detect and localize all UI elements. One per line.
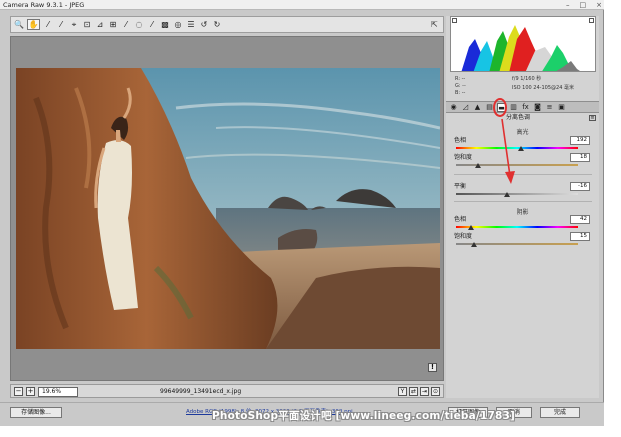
adjustment-panel: R: -- G: -- B: -- f/9 1/160 秒 ISO 100 24…	[446, 16, 599, 398]
highlight-hue-value[interactable]: 192	[570, 136, 590, 145]
shadow-hue-track[interactable]	[456, 226, 578, 228]
preferences-icon[interactable]: ☰	[186, 19, 196, 30]
balance-value[interactable]: -16	[570, 182, 590, 191]
highlight-hue-thumb[interactable]	[517, 146, 524, 151]
beach-photo-illustration	[16, 68, 440, 349]
camera-raw-window: Camera Raw 9.3.1 - JPEG – □ × 🔍 ✋ ⁄ ⁄ ⌖ ⊡ ⊿ ⊞ ⁄ ◌…	[0, 0, 604, 426]
zoom-out-button[interactable]: −	[14, 387, 23, 396]
status-bar: − + 19.6% 99649999_13491ecd_x.jpg Y ⇄ ⇥ …	[10, 384, 444, 398]
radial-filter-icon[interactable]: ◎	[173, 19, 183, 30]
shadow-saturation-thumb[interactable]	[471, 242, 478, 247]
before-after-icon[interactable]: Y	[398, 387, 407, 396]
camera-calibration-tab-icon[interactable]: ◙	[533, 103, 542, 112]
shadow-saturation-label: 饱和度	[454, 233, 473, 240]
done-button[interactable]: 完成	[540, 407, 580, 418]
lens-tab-icon[interactable]: ▥	[509, 103, 518, 112]
crop-icon[interactable]: ⊡	[82, 19, 92, 30]
rgb-readout: R: -- G: -- B: --	[455, 76, 466, 96]
rotate-left-icon[interactable]: ↺	[199, 19, 209, 30]
highlight-hue-slider[interactable]: 色相 192	[454, 136, 594, 151]
file-name: 99649999_13491ecd_x.jpg	[160, 388, 242, 395]
shadow-hue-thumb[interactable]	[467, 225, 474, 230]
presets-tab-icon[interactable]: ≡	[545, 103, 554, 112]
highlight-hue-label: 色相	[454, 137, 467, 144]
shadow-saturation-value[interactable]: 15	[570, 232, 590, 241]
divider	[454, 201, 592, 202]
basic-tab-icon[interactable]: ◉	[449, 103, 458, 112]
minimize-icon[interactable]: –	[566, 1, 570, 9]
balance-label: 平衡	[454, 183, 467, 190]
straighten-icon[interactable]: ⊿	[95, 19, 105, 30]
histogram-graph	[461, 25, 580, 71]
toggle-settings-icon[interactable]: ⊙	[431, 387, 440, 396]
panel-title: 分离色调	[506, 114, 531, 121]
shadow-hue-value[interactable]: 42	[570, 215, 590, 224]
hand-icon[interactable]: ✋	[27, 19, 40, 30]
detail-tab-icon[interactable]: ▲	[473, 103, 482, 112]
balance-track[interactable]	[456, 193, 578, 195]
spot-removal-icon[interactable]: ⁄	[121, 19, 131, 30]
highlight-saturation-slider[interactable]: 饱和度 18	[454, 153, 594, 168]
lens-readout: ISO 100 24-105@24 毫米	[512, 85, 574, 91]
info-icon[interactable]: !	[428, 363, 437, 372]
panel-header: 分离色调 ≡	[446, 114, 599, 122]
copy-settings-icon[interactable]: ⇥	[420, 387, 429, 396]
brush-icon[interactable]: ⁄	[147, 19, 157, 30]
snapshots-tab-icon[interactable]: ▣	[557, 103, 566, 112]
close-icon[interactable]: ×	[596, 1, 602, 9]
histogram	[450, 16, 596, 72]
toggle-fullscreen-icon[interactable]: ⇱	[431, 20, 440, 29]
highlight-circle-annotation	[493, 98, 507, 117]
maximize-icon[interactable]: □	[580, 1, 587, 9]
shadow-hue-label: 色相	[454, 216, 467, 223]
title-bar: Camera Raw 9.3.1 - JPEG – □ ×	[0, 0, 604, 10]
zoom-icon[interactable]: 🔍	[14, 19, 24, 30]
highlight-saturation-thumb[interactable]	[474, 163, 481, 168]
fx-tab-icon[interactable]: fx	[521, 103, 530, 112]
save-image-button[interactable]: 存储图像...	[10, 407, 62, 418]
shadow-saturation-slider[interactable]: 饱和度 15	[454, 232, 594, 247]
view-buttons: Y ⇄ ⇥ ⊙	[398, 387, 440, 396]
highlight-saturation-label: 饱和度	[454, 154, 473, 161]
watermark-text: PhotoShop平面设计吧 [www.lineeg.com/tieba/178…	[212, 410, 515, 422]
shadow-hue-slider[interactable]: 色相 42	[454, 215, 594, 230]
balance-slider[interactable]: 平衡 -16	[454, 182, 594, 197]
graduated-filter-icon[interactable]: ▩	[160, 19, 170, 30]
panel-menu-icon[interactable]: ≡	[589, 115, 596, 121]
red-eye-icon[interactable]: ◌	[134, 19, 144, 30]
white-balance-icon[interactable]: ⁄	[43, 19, 53, 30]
panel-tabs: ◉ ◿ ▲ ▤ ▬ ▥ fx ◙ ≡ ▣	[446, 101, 599, 113]
target-adjust-icon[interactable]: ⌖	[69, 19, 79, 30]
zoom-in-button[interactable]: +	[26, 387, 35, 396]
preview-photo[interactable]	[16, 68, 440, 349]
shadow-clipping-icon[interactable]	[452, 18, 457, 23]
zoom-level-select[interactable]: 19.6%	[38, 387, 78, 397]
swap-icon[interactable]: ⇄	[409, 387, 418, 396]
highlights-title: 高光	[516, 129, 529, 136]
balance-thumb[interactable]	[504, 192, 511, 197]
tone-curve-tab-icon[interactable]: ◿	[461, 103, 470, 112]
exposure-readout: f/9 1/160 秒	[512, 76, 542, 82]
highlight-clipping-icon[interactable]	[589, 18, 594, 23]
highlight-saturation-value[interactable]: 18	[570, 153, 590, 162]
preview-area[interactable]: !	[10, 36, 444, 381]
rotate-right-icon[interactable]: ↻	[212, 19, 222, 30]
divider	[454, 174, 592, 175]
tool-bar: 🔍 ✋ ⁄ ⁄ ⌖ ⊡ ⊿ ⊞ ⁄ ◌ ⁄ ▩ ◎ ☰ ↺ ↻	[10, 16, 444, 33]
window-title: Camera Raw 9.3.1 - JPEG	[3, 1, 85, 9]
window-controls: – □ ×	[566, 1, 602, 9]
camera-readout: R: -- G: -- B: -- f/9 1/160 秒 ISO 100 24…	[450, 74, 596, 100]
transform-icon[interactable]: ⊞	[108, 19, 118, 30]
color-sampler-icon[interactable]: ⁄	[56, 19, 66, 30]
